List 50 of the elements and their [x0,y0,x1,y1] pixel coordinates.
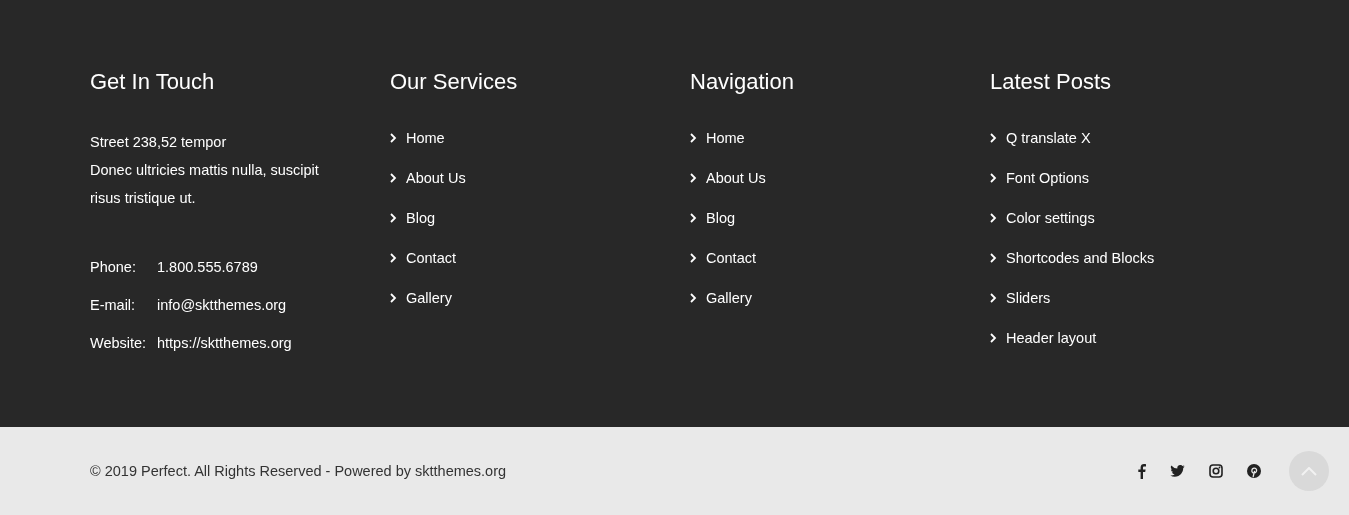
chevron-right-icon [690,213,697,223]
footer-link[interactable]: Header layout [990,330,1097,346]
contact-label: Website: [90,335,148,351]
footer-link[interactable]: Gallery [690,290,752,306]
footer-link[interactable]: Font Options [990,170,1089,186]
column-heading: Get In Touch [90,68,216,96]
footer-link[interactable]: Shortcodes and Blocks [990,250,1155,266]
chevron-right-icon [690,293,697,303]
chevron-right-icon [990,133,997,143]
footer-link[interactable]: Blog [390,210,436,226]
chevron-right-icon [990,213,997,223]
footer-link[interactable]: Home [690,130,745,146]
chevron-right-icon [390,253,397,263]
camera-icon[interactable] [1209,464,1223,478]
footer-link[interactable]: Q translate X [990,130,1091,146]
chevron-right-icon [390,213,397,223]
column-heading: Latest Posts [990,68,1113,96]
chevron-right-icon [390,173,397,183]
chevron-right-icon [390,293,397,303]
footer-link[interactable]: About Us [690,170,766,186]
bird-icon[interactable] [1170,465,1185,477]
chevron-up-icon [1301,466,1317,476]
contact-label: Phone: [90,259,137,275]
column-heading: Our Services [390,68,519,96]
footer-link[interactable]: Contact [690,250,756,266]
column-heading: Navigation [690,68,795,96]
f-logo-icon[interactable] [1138,463,1146,479]
chevron-right-icon [990,173,997,183]
chevron-right-icon [690,173,697,183]
footer-link[interactable]: Gallery [390,290,452,306]
contact-value: https://sktthemes.org [157,335,292,351]
copyright-text: © 2019 Perfect. All Rights Reserved - Powered by sktthemes.org [90,463,508,479]
chevron-right-icon [990,293,997,303]
footer-link[interactable]: Contact [390,250,456,266]
contact-label: E-mail: [90,297,137,313]
chevron-right-icon [990,333,997,343]
footer-link[interactable]: Color settings [990,210,1095,226]
pin-icon[interactable] [1247,464,1261,478]
footer-link[interactable]: Blog [690,210,736,226]
chevron-right-icon [690,133,697,143]
address-text: Donec ultricies mattis nulla, suscipit risus tristique ut. [90,161,320,208]
footer-link[interactable]: Home [390,130,445,146]
chevron-right-icon [390,133,397,143]
footer-link[interactable]: Sliders [990,290,1051,306]
contact-value: 1.800.555.6789 [157,259,258,275]
chevron-right-icon [690,253,697,263]
chevron-right-icon [990,253,997,263]
address-text: Street 238,52 tempor [90,133,228,152]
contact-value: info@sktthemes.org [157,297,287,313]
footer-link[interactable]: About Us [390,170,466,186]
